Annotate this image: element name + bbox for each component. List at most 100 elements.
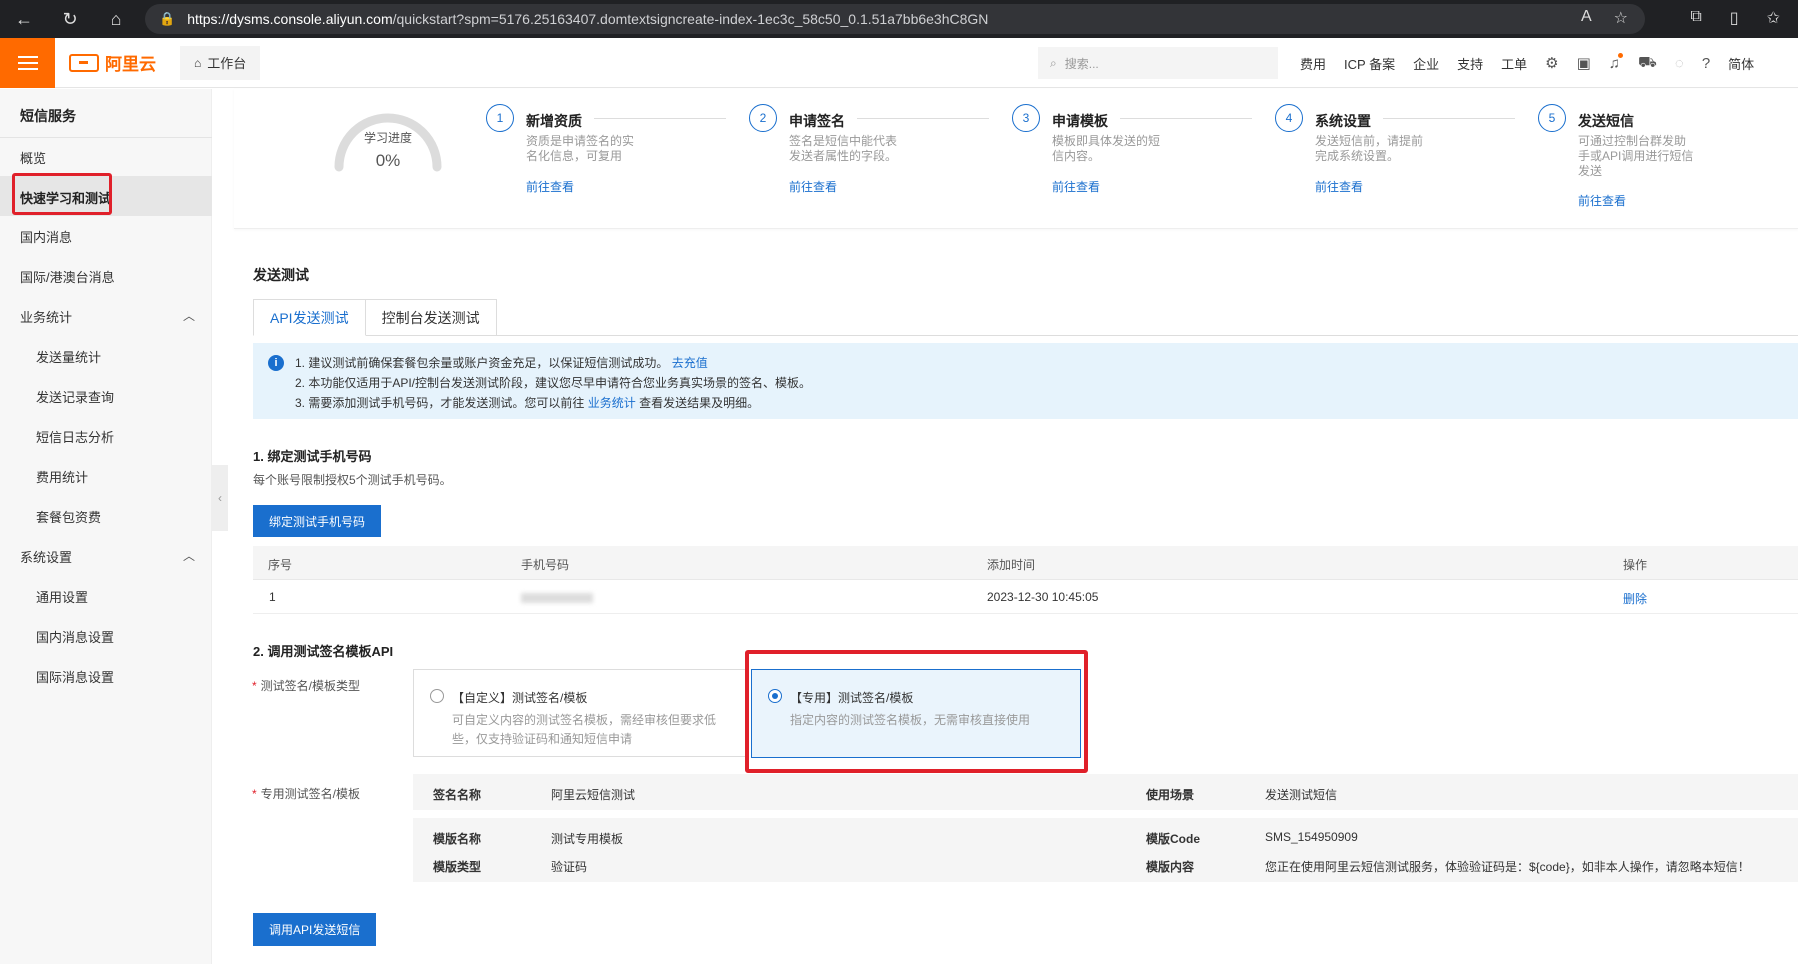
sign-name-label: 签名名称 [433,788,482,802]
lightbulb-icon[interactable]: ◌ [1675,55,1684,72]
step-link[interactable]: 前往查看 [1578,192,1626,209]
api-icon[interactable]: ⚙ [1545,54,1558,72]
column-added-time: 添加时间 [987,558,1036,572]
step-desc: 发送短信前，请提前完成系统设置。 [1315,134,1424,163]
sidebar-item-domestic-settings[interactable]: 国内消息设置 [36,627,114,646]
notice-line-3: 3. 需要添加测试手机号码，才能发送测试。您可以前往 业务统计 查看发送结果及明… [295,396,760,410]
sidebar-item-send-records[interactable]: 发送记录查询 [36,387,114,406]
search-input[interactable]: ⌕ 搜索... [1038,47,1278,79]
step-link[interactable]: 前往查看 [789,178,837,195]
language-switch[interactable]: 简体 [1728,54,1754,73]
column-action: 操作 [1623,558,1648,572]
address-bar[interactable]: 🔒 https://dysms.console.aliyun.com/quick… [145,4,1645,34]
radio-custom[interactable] [430,689,444,703]
sidebar-group-stats[interactable]: 业务统计 [20,307,72,326]
home-icon[interactable]: ⌂ [102,5,130,33]
bell-icon[interactable]: ♫ [1609,52,1624,72]
sidebar-item-intl-settings[interactable]: 国际消息设置 [36,667,114,686]
sidebar: 短信服务 概览 快速学习和测试 国内消息 国际/港澳台消息 业务统计 ︿ 发送量… [0,89,212,964]
step-link[interactable]: 前往查看 [1315,178,1363,195]
terminal-icon[interactable]: ▣ [1577,54,1591,72]
template-content-label: 模版内容 [1146,860,1195,874]
header-link-billing[interactable]: 费用 [1300,54,1326,73]
sidebar-group-system[interactable]: 系统设置 [20,547,72,566]
stats-link[interactable]: 业务统计 [588,396,636,410]
header-link-ticket[interactable]: 工单 [1501,54,1527,73]
row-index: 1 [269,590,276,604]
option-custom-title: 【自定义】测试签名/模板 [452,691,588,705]
dedicated-field-label: * 专用测试签名/模板 [252,787,361,801]
step-desc: 可通过控制台群发助手或API调用进行短信发送 [1578,134,1694,178]
step-desc: 签名是短信中能代表发送者属性的字段。 [789,134,898,163]
aliyun-logo-mark [69,53,99,72]
step-title: 发送短信 [1578,113,1634,129]
logo-text: 阿里云 [105,55,156,74]
progress-value: 0% [375,151,401,170]
sidebar-item-package[interactable]: 套餐包资费 [36,507,101,526]
chevron-up-icon[interactable]: ︿ [183,307,195,324]
step-connector [1120,118,1252,119]
step-title: 申请模板 [1052,113,1108,129]
template-code-label: 模版Code [1146,832,1201,846]
extensions-icon[interactable]: ⧉ [1690,8,1701,28]
browser-toolbar: ← ↻ ⌂ 🔒 https://dysms.console.aliyun.com… [0,0,1798,38]
scene-label: 使用场景 [1146,788,1195,802]
back-arrow-icon[interactable]: ← [10,5,38,33]
column-index: 序号 [268,558,293,572]
header-link-support[interactable]: 支持 [1457,54,1483,73]
delete-link[interactable]: 删除 [1623,590,1647,607]
step-link[interactable]: 前往查看 [1052,178,1100,195]
step-link[interactable]: 前往查看 [526,178,574,195]
highlight-box-quickstart [12,173,112,215]
tab-api-test[interactable]: API发送测试 [253,299,366,336]
option-custom-card[interactable]: 【自定义】测试签名/模板 可自定义内容的测试签名模板，需经审核但要求低 些，仅支持… [413,669,749,757]
aliyun-logo[interactable]: 阿里云 [69,50,156,75]
favorites-icon[interactable]: ✩ [1767,8,1780,28]
progress-label: 学习进度 [363,131,412,145]
send-test-title: 发送测试 [253,267,309,283]
sidebar-divider [0,137,212,138]
sidebar-collapse-handle[interactable]: ‹ [212,465,228,531]
highlight-box-dedicated [745,650,1088,773]
recharge-link[interactable]: 去充值 [672,356,708,370]
table-row: 1 2023-12-30 10:45:05 删除 [253,580,1798,614]
template-info-block: 模版名称 测试专用模板 模版Code SMS_154950909 模版类型 验证… [413,818,1798,882]
step-title: 申请签名 [789,113,845,129]
header-link-icp[interactable]: ICP 备案 [1344,54,1395,73]
cart-icon[interactable]: ⛟ [1638,54,1657,73]
sidebar-item-domestic[interactable]: 国内消息 [20,227,72,246]
template-content-value: 您正在使用阿里云短信测试服务，体验验证码是：${code}，如非本人操作，请忽略… [1265,860,1750,874]
bind-phone-hint: 每个账号限制授权5个测试手机号码。 [253,473,452,487]
sign-name-value: 阿里云短信测试 [551,788,636,802]
header-link-enterprise[interactable]: 企业 [1413,54,1439,73]
step-desc: 资质是申请签名的实名化信息，可复用 [526,134,635,163]
step-desc: 模板即具体发送的短信内容。 [1052,134,1161,163]
scene-value: 发送测试短信 [1265,788,1338,802]
sidebar-item-log-analysis[interactable]: 短信日志分析 [36,427,114,446]
api-section-title: 2. 调用测试签名模板API [253,644,394,659]
step-number: 1 [486,104,514,132]
notice-line-1: 1. 建议测试前确保套餐包余量或账户资金充足，以保证短信测试成功。 去充值 [295,356,708,370]
option-custom-desc: 可自定义内容的测试签名模板，需经审核但要求低 些，仅支持验证码和通知短信申请 [452,713,717,746]
reload-icon[interactable]: ↻ [56,5,84,33]
sidebar-item-intl[interactable]: 国际/港澳台消息 [20,267,115,286]
sidebar-title: 短信服务 [20,108,76,124]
sidebar-item-overview[interactable]: 概览 [20,148,46,167]
notice-banner: i 1. 建议测试前确保套餐包余量或账户资金充足，以保证短信测试成功。 去充值 … [253,343,1798,419]
sidebar-item-cost-stats[interactable]: 费用统计 [36,467,88,486]
favorite-star-icon[interactable]: ☆ [1614,8,1628,28]
template-name-label: 模版名称 [433,832,482,846]
step-connector [1383,118,1515,119]
read-aloud-icon[interactable]: A [1581,8,1592,28]
hamburger-menu-icon[interactable] [0,37,55,88]
send-api-sms-button[interactable]: 调用API发送短信 [253,913,377,946]
chevron-up-icon[interactable]: ︿ [183,547,195,564]
lock-icon: 🔒 [159,11,176,26]
sidebar-item-general[interactable]: 通用设置 [36,587,88,606]
sidebar-item-send-volume[interactable]: 发送量统计 [36,347,101,366]
help-icon[interactable]: ? [1702,55,1710,72]
workbench-button[interactable]: ⌂ 工作台 [180,45,261,80]
split-screen-icon[interactable]: ▯ [1730,8,1739,28]
bind-phone-button[interactable]: 绑定测试手机号码 [253,505,382,537]
tab-console-test[interactable]: 控制台发送测试 [365,299,497,336]
